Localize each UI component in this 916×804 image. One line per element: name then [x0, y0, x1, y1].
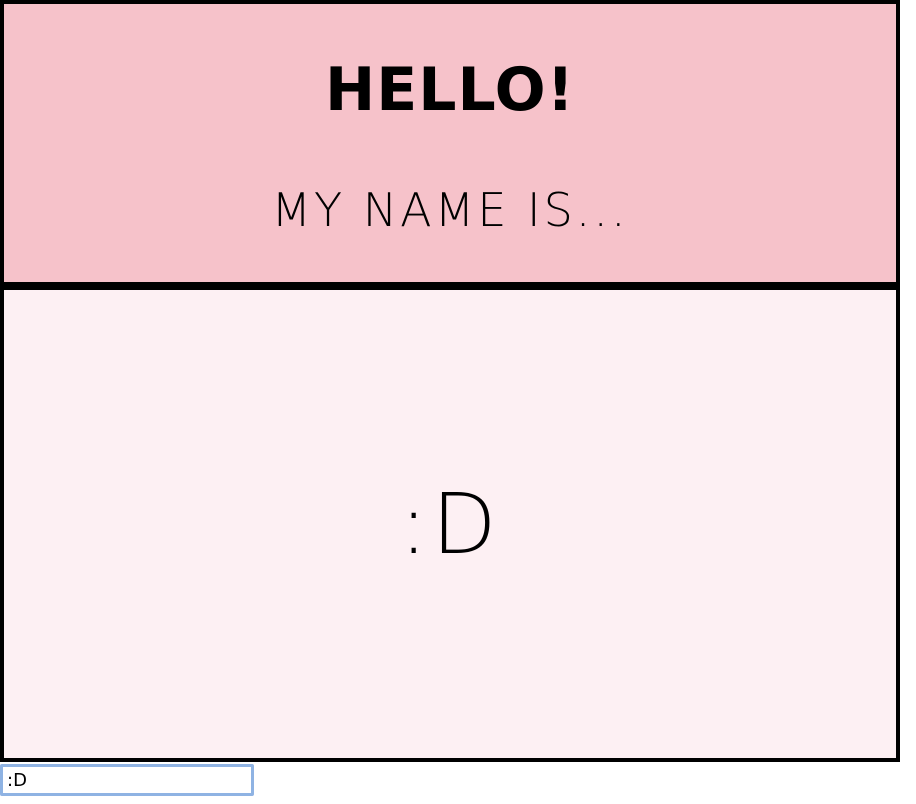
badge-header: HELLO! MY NAME IS...: [4, 4, 896, 290]
name-badge: HELLO! MY NAME IS... :D: [0, 0, 900, 762]
name-subtitle: MY NAME IS...: [271, 183, 629, 237]
name-display: :D: [399, 475, 501, 573]
name-input[interactable]: [0, 764, 254, 796]
hello-title: HELLO!: [325, 55, 575, 125]
